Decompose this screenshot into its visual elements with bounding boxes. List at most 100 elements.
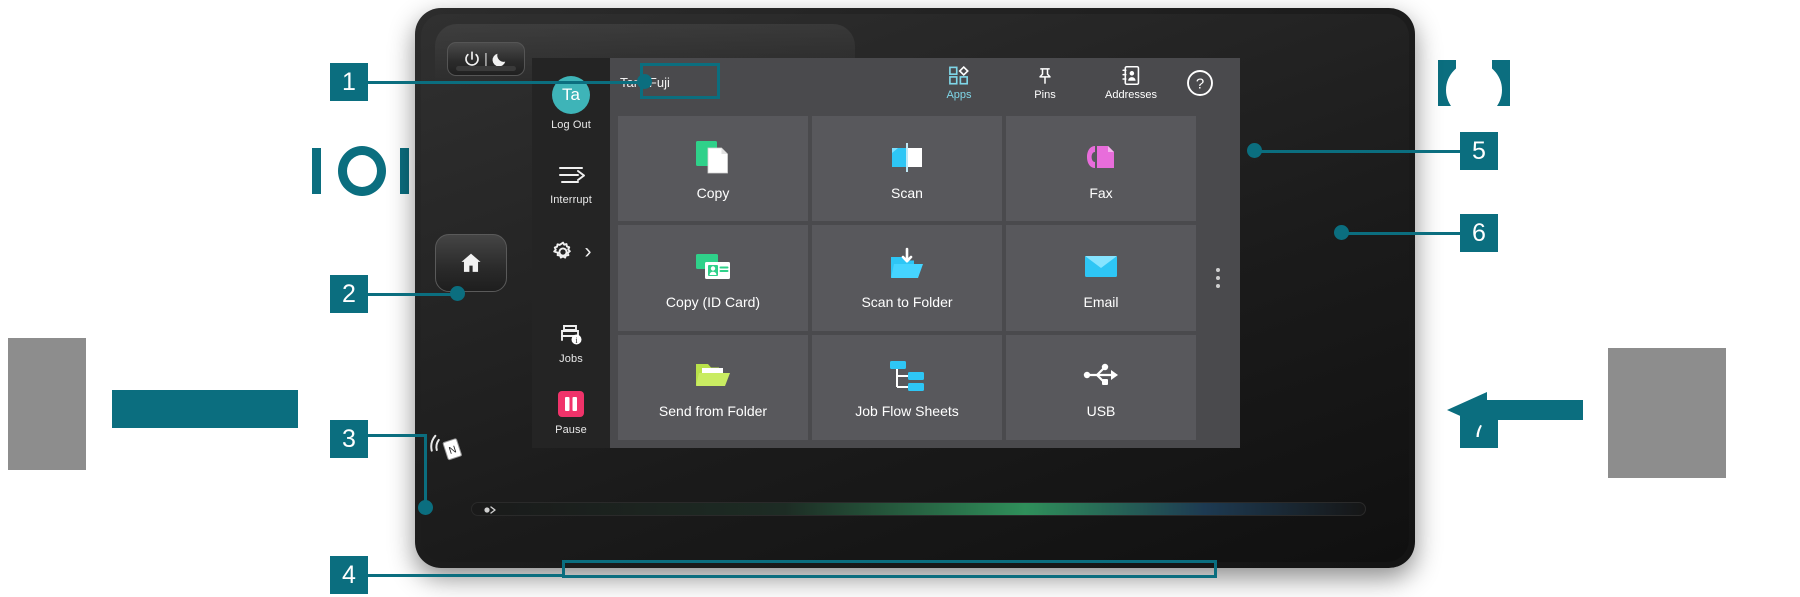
key-separator: | [484,50,488,68]
folder-icon [690,355,736,395]
home-button[interactable] [435,234,507,292]
topbar-addresses[interactable]: Addresses [1088,58,1174,108]
app-tile-area: Copy Scan Fax Copy (ID Card) Scan to Fol… [610,108,1240,448]
tile-scan[interactable]: Scan [812,116,1002,222]
page-dot [1216,268,1220,272]
app-grid: Copy Scan Fax Copy (ID Card) Scan to Fol… [610,108,1196,448]
status-light-bar [471,502,1366,516]
callout-1-leader [368,81,644,84]
tile-label: Fax [1089,184,1113,201]
tile-label: Copy (ID Card) [665,293,761,310]
interrupt-icon [559,167,585,183]
tile-usb[interactable]: USB [1006,334,1196,440]
topbar-label: Addresses [1105,89,1157,101]
scan-to-folder-icon [884,246,930,286]
callout-3-leader-v [424,434,427,508]
decorative-block-left [8,338,86,470]
fax-icon [1078,137,1124,177]
chevron-right-icon: › [584,240,592,263]
nfc-mark: N [429,429,463,463]
rail-item-interrupt[interactable]: Interrupt [532,157,610,210]
scan-icon [884,137,930,177]
tile-label: USB [1086,403,1116,420]
tile-send-from-folder[interactable]: Send from Folder [618,334,808,440]
callout-number: 1 [342,68,356,96]
cropped-art-ring [338,146,386,196]
screen-content: Taro Fuji Apps [610,58,1240,448]
callout-7-arrow [1423,390,1583,430]
address-book-icon [1122,65,1140,86]
callout-1: 1 [330,63,368,101]
decorative-block-right [1608,348,1726,478]
cropped-art-bracket-cut [1446,62,1502,118]
touch-screen[interactable]: Ta Log Out Interrupt › i Jobs Pause Fuji… [532,58,1240,448]
apps-icon [949,65,969,85]
tile-email[interactable]: Email [1006,225,1196,331]
callout-5-dot [1247,143,1262,158]
tile-label: Scan [891,184,923,201]
flowchart-icon [884,355,930,395]
rail-item-label: Pause [555,424,587,436]
rail-item-label: Interrupt [550,194,592,206]
page-dot [1216,276,1220,280]
callout-4-highlight [562,560,1217,578]
rail-item-settings[interactable]: › [532,234,610,268]
power-energy-saver-button[interactable]: | [447,42,525,76]
tile-scan-to-folder[interactable]: Scan to Folder [812,225,1002,331]
panel-bezel: | N Ta Log Out Interrupt › i Jobs Pause … [421,14,1409,562]
tile-label: Scan to Folder [861,293,953,310]
topbar-apps[interactable]: Apps [916,58,1002,108]
rail-item-label: Jobs [559,353,583,365]
cropped-art-bar-2 [400,148,409,194]
id-card-icon [690,246,736,286]
callout-5: 5 [1460,132,1498,170]
tile-fax[interactable]: Fax [1006,116,1196,222]
callout-3-leader-h [368,434,426,437]
callout-2: 2 [330,275,368,313]
diagram-stage: | N Ta Log Out Interrupt › i Jobs Pause … [0,0,1800,597]
page-dots [1216,268,1220,288]
help-icon: ? [1187,70,1213,96]
topbar-pins[interactable]: Pins [1002,58,1088,108]
nfc-icon: N [430,434,462,461]
callout-6-dot [1334,225,1349,240]
led-indicator-icon [483,503,503,515]
tile-label: Email [1083,293,1119,310]
cropped-art-bar-1 [312,148,321,194]
topbar-label: Apps [946,88,972,101]
rail-item-log-out[interactable]: Ta Log Out [532,70,610,135]
callout-6-leader [1340,232,1460,235]
screen-left-rail: Ta Log Out Interrupt › i Jobs Pause [532,58,610,448]
callout-3: 3 [330,420,368,458]
gear-icon [552,241,571,259]
callout-3-dot [418,500,433,515]
callout-4-leader-h [368,574,564,577]
tile-copy-id-card[interactable]: Copy (ID Card) [618,225,808,331]
page-indicator[interactable] [1196,108,1240,448]
help-button[interactable]: ? [1174,58,1226,108]
copy-icon [690,137,736,177]
callout-2-dot [450,286,465,301]
rail-item-pause[interactable]: Pause [532,383,610,440]
callout-number: 2 [342,280,356,308]
callout-5-leader [1253,150,1460,153]
callout-4: 4 [330,556,368,594]
jobs-icon: i [561,325,582,345]
printer-control-panel: | N Ta Log Out Interrupt › i Jobs Pause … [415,8,1415,568]
cropped-art-block-left [112,390,298,428]
callout-number: 6 [1472,219,1486,247]
email-icon [1078,246,1124,286]
callout-1-highlight [640,63,720,99]
tile-job-flow-sheets[interactable]: Job Flow Sheets [812,334,1002,440]
callout-number: 3 [342,425,356,453]
callout-number: 5 [1472,137,1486,165]
tile-label: Send from Folder [658,403,768,420]
callout-6: 6 [1460,214,1498,252]
rail-item-jobs[interactable]: i Jobs [532,316,610,369]
key-underline [456,66,516,71]
tile-copy[interactable]: Copy [618,116,808,222]
rail-item-label: Log Out [551,119,591,131]
usb-icon [1078,355,1124,395]
avatar-initials: Ta [562,85,580,104]
help-glyph: ? [1196,76,1204,93]
